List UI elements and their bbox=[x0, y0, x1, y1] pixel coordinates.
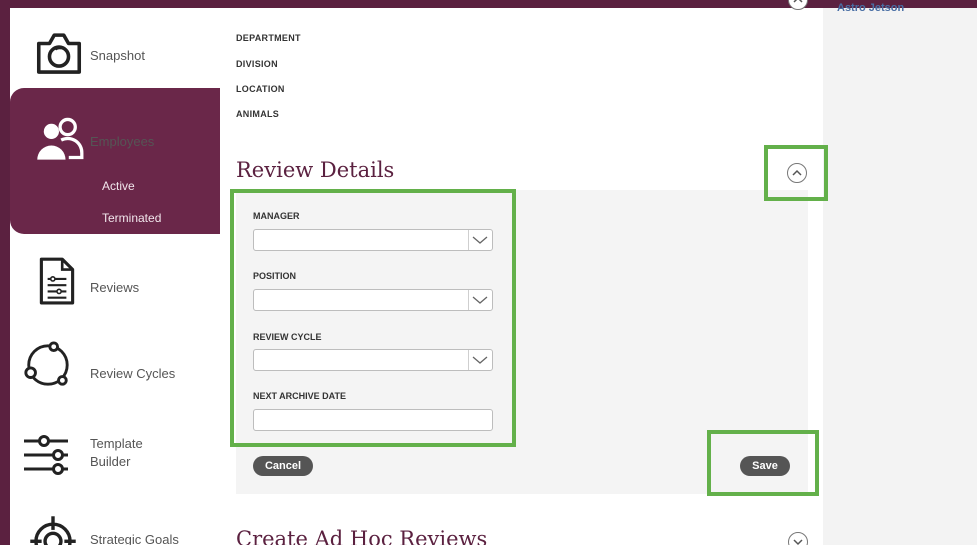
cycle-icon bbox=[24, 341, 69, 386]
sidebar-item-label: Snapshot bbox=[90, 48, 145, 63]
field-animals: ANIMALS bbox=[236, 109, 280, 119]
window-top-border bbox=[0, 0, 977, 8]
field-location: LOCATION bbox=[236, 84, 285, 94]
next-archive-date-label: NEXT ARCHIVE DATE bbox=[253, 391, 347, 401]
ad-hoc-reviews-title: Create Ad Hoc Reviews bbox=[236, 527, 488, 545]
sidebar-item-reviews[interactable]: Reviews bbox=[0, 250, 210, 320]
position-select[interactable] bbox=[253, 289, 493, 311]
sidebar-subitem-active[interactable]: Active bbox=[102, 179, 135, 193]
cancel-button[interactable]: Cancel bbox=[253, 456, 313, 476]
chevron-down-icon bbox=[472, 236, 488, 244]
employee-name-link[interactable]: Astro Jetson bbox=[837, 2, 904, 14]
target-icon bbox=[30, 516, 76, 545]
sidebar-item-label: Template bbox=[90, 436, 143, 451]
manager-select[interactable] bbox=[253, 229, 493, 251]
chevron-up-icon bbox=[792, 169, 802, 176]
sidebar-item-snapshot[interactable]: Snapshot bbox=[0, 20, 210, 90]
save-button[interactable]: Save bbox=[740, 456, 790, 476]
sidebar-item-template-builder[interactable]: Template Builder bbox=[0, 424, 210, 494]
sidebar-item-label: Reviews bbox=[90, 280, 140, 295]
chevron-up-icon bbox=[793, 0, 803, 3]
sidebar-item-strategic-goals[interactable]: Strategic Goals bbox=[0, 510, 210, 545]
right-panel: Astro Jetson bbox=[823, 2, 977, 545]
position-label: POSITION bbox=[253, 271, 297, 281]
people-icon bbox=[37, 117, 84, 160]
field-department: DEPARTMENT bbox=[236, 33, 301, 43]
camera-icon bbox=[36, 33, 82, 74]
review-cycle-select[interactable] bbox=[253, 349, 493, 371]
review-details-collapse-button[interactable] bbox=[787, 163, 807, 183]
document-list-icon bbox=[39, 257, 75, 305]
review-details-title: Review Details bbox=[236, 158, 395, 182]
sidebar-item-label: Strategic Goals bbox=[90, 532, 179, 545]
chevron-down-icon bbox=[472, 356, 488, 364]
manager-label: MANAGER bbox=[253, 211, 300, 221]
sidebar-item-label: Review Cycles bbox=[90, 366, 176, 381]
sliders-icon bbox=[24, 435, 68, 475]
sidebar-item-label-line2: Builder bbox=[90, 454, 131, 469]
chevron-down-icon bbox=[793, 539, 803, 545]
chevron-down-icon bbox=[472, 296, 488, 304]
ad-hoc-reviews-expand-button[interactable] bbox=[788, 532, 808, 545]
sidebar-subitem-terminated[interactable]: Terminated bbox=[102, 211, 161, 225]
review-cycle-label: REVIEW CYCLE bbox=[253, 332, 322, 342]
next-archive-date-input[interactable] bbox=[253, 409, 493, 431]
sidebar-item-label: Employees bbox=[90, 134, 155, 149]
field-division: DIVISION bbox=[236, 59, 278, 69]
sidebar-item-review-cycles[interactable]: Review Cycles bbox=[0, 336, 210, 406]
